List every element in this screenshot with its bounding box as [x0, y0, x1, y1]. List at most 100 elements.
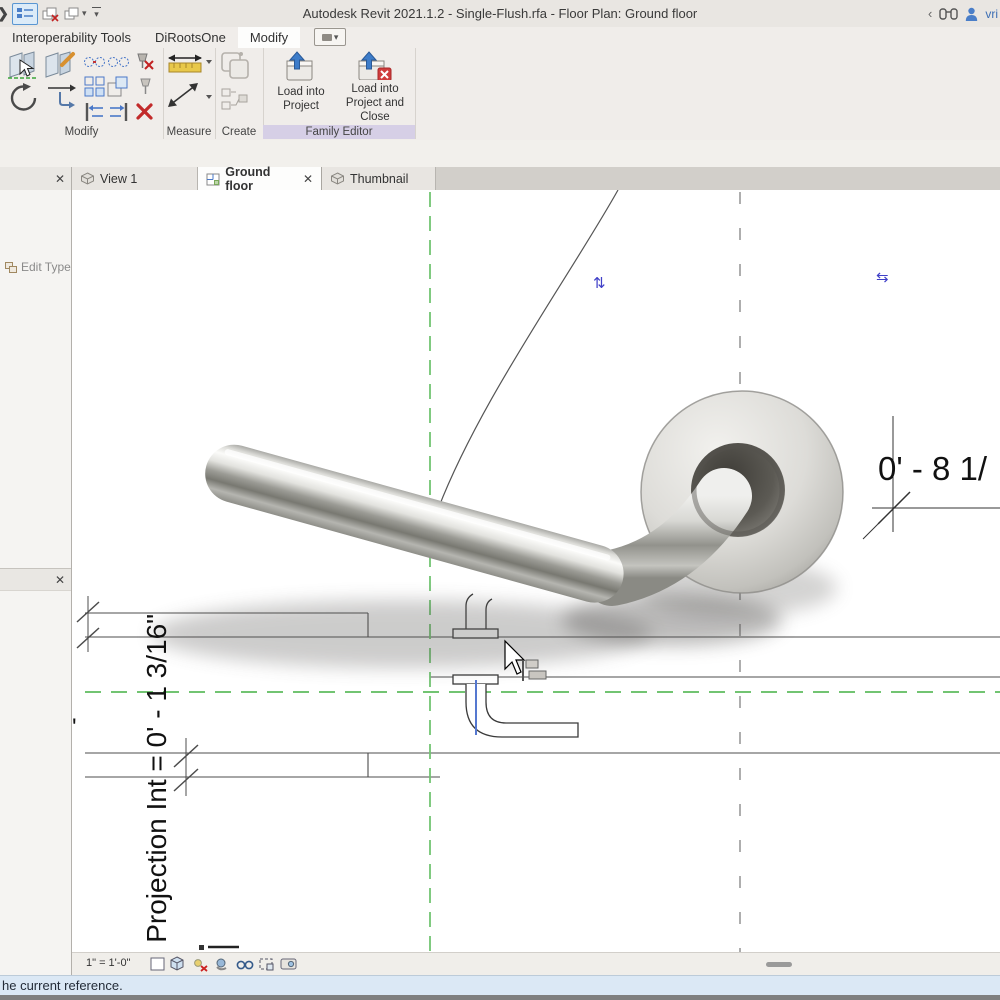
caret-down-icon: ▾ [94, 9, 99, 20]
close-inactive-views-button[interactable] [42, 4, 60, 24]
stray-tick-mark: ' [72, 714, 77, 742]
scale-icon[interactable] [108, 77, 127, 96]
horizontal-scrollbar-thumb[interactable] [766, 962, 792, 967]
collapse-infocenter-icon[interactable]: ‹ [928, 6, 932, 21]
shaded-view-icon[interactable] [171, 957, 183, 970]
button-label-line: Load into [277, 85, 324, 99]
view-tab-label: Thumbnail [350, 172, 408, 186]
caret-down-icon[interactable] [206, 95, 212, 99]
button-label-line: Project and Close [336, 96, 414, 124]
view-tab-label: Ground floor [225, 165, 298, 193]
flip-horizontal-control[interactable]: ⇆ [876, 270, 889, 285]
revit-window: ❯ ▾ [0, 0, 1000, 1000]
properties-icon [15, 6, 35, 22]
customize-qat-button[interactable]: ▾ [91, 4, 103, 24]
view-tab-label: View 1 [100, 172, 137, 186]
measure-between-refs-icon[interactable] [168, 83, 212, 107]
load-into-project-button[interactable]: Load into Project [266, 50, 336, 124]
switch-windows-icon [64, 6, 82, 22]
modify-tools [0, 48, 163, 125]
rotate-icon[interactable] [12, 83, 35, 109]
panel-label-measure[interactable]: Measure [163, 125, 215, 139]
view-tab-ground-floor[interactable]: Ground floor ✕ [198, 167, 322, 190]
offset-icon[interactable] [110, 103, 126, 121]
cube-icon [80, 172, 95, 185]
user-account-icon[interactable] [965, 7, 978, 21]
flip-vertical-control[interactable]: ⇅ [593, 276, 606, 291]
panel-icon [322, 34, 332, 41]
status-bar: he current reference. [0, 975, 1000, 995]
edit-type-icon [5, 262, 17, 273]
second-palette-header: ✕ [0, 568, 71, 591]
pin-icon[interactable] [141, 79, 150, 94]
tab-dirootsone[interactable]: DiRootsOne [143, 27, 238, 48]
tab-interoperability-tools[interactable]: Interoperability Tools [0, 27, 143, 48]
crop-view-icon[interactable] [260, 959, 273, 970]
drawing-area[interactable]: 0' - 8 1/ im Projection Int = 0' - 1 3/1… [72, 190, 1000, 952]
close-inactive-views-icon [42, 6, 60, 22]
search-binoculars-icon[interactable] [939, 7, 958, 20]
properties-toggle-button[interactable] [12, 3, 38, 25]
door-swing-arc[interactable] [434, 190, 618, 520]
floor-plan-icon [206, 172, 220, 186]
window-title: Autodesk Revit 2021.1.2 - Single-Flush.r… [0, 0, 1000, 27]
unpin-icon[interactable] [138, 54, 153, 69]
close-palette-icon[interactable]: ✕ [55, 172, 65, 186]
load-into-project-and-close-icon [357, 51, 393, 80]
create-group-icon[interactable] [222, 52, 248, 78]
view-scale-button[interactable]: 1" = 1'-0" [86, 957, 130, 969]
title-bar: ❯ ▾ [0, 0, 1000, 27]
temporary-hide-icon[interactable] [237, 961, 252, 968]
edit-walls-icon[interactable] [46, 52, 73, 77]
view-tab-view1[interactable]: View 1 [72, 167, 198, 190]
move-icon[interactable] [48, 85, 76, 109]
open-arrow-icon[interactable]: ❯ [0, 4, 8, 24]
create-tools [215, 48, 263, 125]
panel-modify: Modify [0, 48, 164, 139]
array-icon[interactable] [85, 77, 104, 96]
button-label-line: Project [283, 99, 319, 113]
stray-geometry [199, 945, 239, 950]
button-label-line: Load into [351, 82, 398, 96]
panel-label-modify[interactable]: Modify [0, 125, 163, 139]
align-icon[interactable] [87, 103, 103, 121]
select-walls-icon[interactable] [8, 52, 36, 78]
close-tab-icon[interactable]: ✕ [303, 172, 313, 186]
caret-down-icon: ▾ [82, 8, 87, 19]
cursor-tool-badge [523, 660, 546, 681]
edit-type-button[interactable]: Edit Type [5, 260, 71, 274]
window-bottom-edge [0, 995, 1000, 1000]
split-element-icon[interactable] [85, 58, 105, 67]
panel-label-family-editor[interactable]: Family Editor [263, 125, 415, 139]
view-control-icons [150, 956, 310, 973]
view-control-bar: 1" = 1'-0" [72, 952, 1000, 975]
username-text[interactable]: vri [985, 7, 998, 21]
switch-windows-button[interactable]: ▾ [64, 4, 87, 24]
dimension-value-right[interactable]: 0' - 8 1/ [878, 450, 987, 488]
measure-tools [163, 48, 215, 125]
panel-create: Create [215, 48, 264, 139]
sun-path-off-icon[interactable] [195, 960, 207, 971]
ribbon-tab-bar: Interoperability Tools DiRootsOne Modify… [0, 27, 1000, 48]
door-handle-photo [152, 391, 843, 668]
reveal-hidden-icon[interactable] [281, 959, 296, 969]
options-bar [0, 140, 1000, 168]
visual-style-icon[interactable] [151, 958, 164, 970]
split-with-gap-icon[interactable] [109, 58, 129, 67]
view-tab-thumbnail[interactable]: Thumbnail [322, 167, 436, 190]
cube-icon [330, 172, 345, 185]
caret-down-icon[interactable] [206, 60, 212, 64]
create-similar-icon[interactable] [222, 89, 247, 109]
panel-label-create[interactable]: Create [215, 125, 263, 139]
delete-icon[interactable] [138, 105, 151, 118]
tab-modify[interactable]: Modify [238, 27, 300, 48]
dimension-label-rotated[interactable]: im Projection Int = 0' - 1 3/16" [141, 614, 173, 952]
ribbon-display-toggle[interactable]: ▾ [314, 28, 346, 46]
close-palette-icon[interactable]: ✕ [55, 573, 65, 587]
edit-type-label: Edit Type [21, 260, 71, 274]
load-into-project-and-close-button[interactable]: Load into Project and Close [336, 50, 414, 124]
status-message: he current reference. [2, 978, 123, 993]
properties-palette-header: ✕ [0, 167, 71, 190]
measure-ruler-icon[interactable] [168, 55, 212, 73]
shadows-icon[interactable] [217, 959, 226, 969]
